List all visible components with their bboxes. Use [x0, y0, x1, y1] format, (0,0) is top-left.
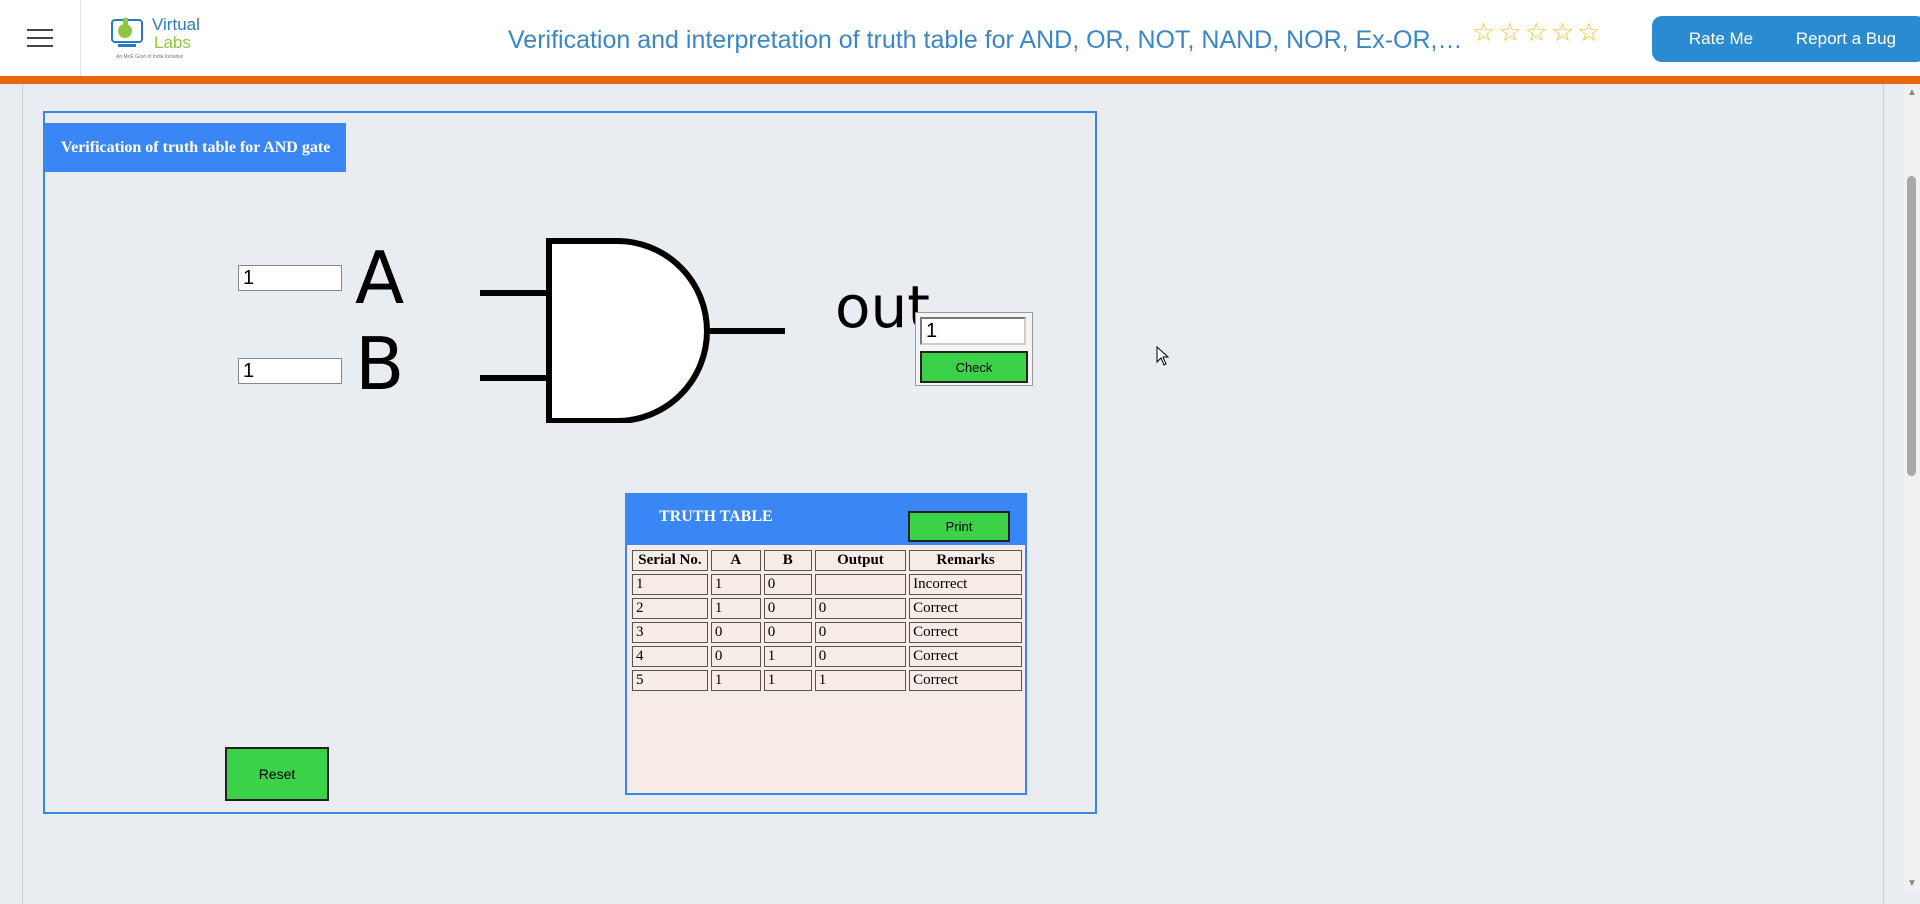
- logo-word-labs: Labs: [154, 33, 191, 52]
- table-cell: Correct: [909, 670, 1022, 691]
- table-cell: 1: [710, 670, 761, 691]
- top-bar: Virtual Labs An MoE Govt of India Initia…: [0, 0, 1920, 84]
- truth-table-title: TRUTH TABLE: [659, 508, 773, 525]
- experiment-panel: Verification of truth table for AND gate…: [43, 111, 1097, 814]
- flask-icon: [111, 18, 143, 47]
- star-icon[interactable]: ☆: [1551, 18, 1574, 46]
- table-cell: 0: [710, 622, 761, 643]
- table-cell: [814, 574, 907, 595]
- experiment-title: Verification of truth table for AND gate: [45, 123, 346, 172]
- table-cell: 0: [763, 598, 812, 619]
- hamburger-menu-button[interactable]: [0, 0, 81, 76]
- table-cell: 0: [763, 574, 812, 595]
- table-cell: 5: [632, 670, 708, 691]
- table-row: 4 0 1 0 Correct: [632, 646, 1022, 667]
- table-row: 2 1 0 0 Correct: [632, 598, 1022, 619]
- scrollbar-thumb[interactable]: [1907, 176, 1916, 476]
- table-cell: 0: [814, 646, 907, 667]
- logo-word-virtual: Virtual: [152, 15, 200, 34]
- table-header-row: Serial No. A B Output Remarks: [632, 550, 1022, 571]
- table-cell: 0: [710, 646, 761, 667]
- star-icon[interactable]: ☆: [1525, 18, 1548, 46]
- gate-label-b: B: [355, 322, 404, 406]
- table-cell: 4: [632, 646, 708, 667]
- truth-table-panel: TRUTH TABLE Print Serial No. A B Output …: [625, 493, 1027, 795]
- report-bug-button[interactable]: Report a Bug: [1766, 16, 1920, 62]
- hamburger-menu-icon: [27, 29, 53, 47]
- virtual-labs-logo[interactable]: Virtual Labs An MoE Govt of India Initia…: [108, 12, 203, 64]
- table-cell: Incorrect: [909, 574, 1022, 595]
- vertical-scrollbar[interactable]: ▲ ▼: [1904, 84, 1920, 892]
- gate-label-a: A: [355, 236, 404, 320]
- column-header: Serial No.: [632, 550, 708, 571]
- table-row: 5 1 1 1 Correct: [632, 670, 1022, 691]
- truth-table-header: TRUTH TABLE Print: [627, 495, 1025, 545]
- table-cell: 1: [632, 574, 708, 595]
- table-cell: 1: [814, 670, 907, 691]
- check-button[interactable]: Check: [920, 351, 1028, 383]
- input-a-field[interactable]: [238, 265, 342, 291]
- column-header: Output: [814, 550, 907, 571]
- star-icon[interactable]: ☆: [1472, 18, 1495, 46]
- output-panel: Check: [915, 312, 1033, 386]
- star-icon[interactable]: ☆: [1577, 18, 1600, 46]
- table-row: 1 1 0 Incorrect: [632, 574, 1022, 595]
- table-cell: 0: [814, 598, 907, 619]
- print-button[interactable]: Print: [908, 511, 1010, 542]
- input-b-field[interactable]: [238, 358, 342, 384]
- column-header: Remarks: [909, 550, 1022, 571]
- table-cell: Correct: [909, 646, 1022, 667]
- logo-tagline: An MoE Govt of India Initiative: [116, 54, 184, 60]
- scroll-down-arrow-icon[interactable]: ▼: [1907, 878, 1917, 889]
- star-rating[interactable]: ☆ ☆ ☆ ☆ ☆: [1472, 18, 1601, 46]
- table-cell: Correct: [909, 598, 1022, 619]
- and-gate-diagram: A B: [355, 236, 785, 423]
- table-cell: 1: [710, 574, 761, 595]
- table-cell: Correct: [909, 622, 1022, 643]
- table-cell: 0: [763, 622, 812, 643]
- truth-table: Serial No. A B Output Remarks 1 1 0 Incorre…: [629, 547, 1025, 694]
- table-cell: 2: [632, 598, 708, 619]
- mouse-cursor-icon: [1156, 346, 1170, 366]
- table-cell: 0: [814, 622, 907, 643]
- page-title: Verification and interpretation of truth…: [508, 26, 1466, 54]
- and-gate-body: [546, 238, 710, 423]
- table-cell: 1: [763, 646, 812, 667]
- table-cell: 1: [710, 598, 761, 619]
- table-cell: 1: [763, 670, 812, 691]
- scroll-up-arrow-icon[interactable]: ▲: [1907, 87, 1917, 98]
- column-header: B: [763, 550, 812, 571]
- column-header: A: [710, 550, 761, 571]
- star-icon[interactable]: ☆: [1498, 18, 1521, 46]
- table-cell: 3: [632, 622, 708, 643]
- table-row: 3 0 0 0 Correct: [632, 622, 1022, 643]
- reset-button[interactable]: Reset: [225, 747, 329, 801]
- output-field[interactable]: [920, 317, 1026, 345]
